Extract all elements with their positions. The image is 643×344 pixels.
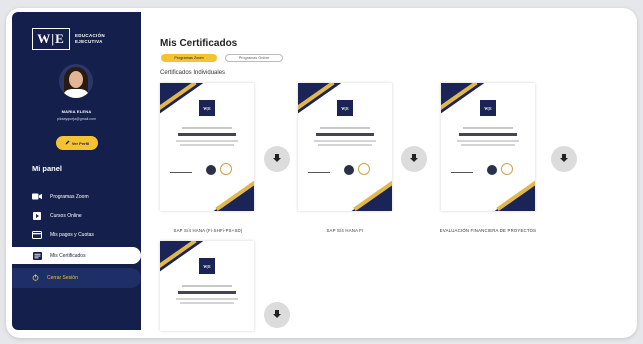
sidebar-item-label: Cursos Online (50, 212, 82, 219)
avatar (59, 64, 93, 98)
certificate-card[interactable]: W|E (298, 83, 392, 211)
download-certificate-button[interactable] (264, 146, 290, 172)
sidebar-item-certificates[interactable]: Mis Certificados (12, 247, 141, 264)
user-name: MARIA ELENA (61, 109, 92, 114)
sidebar-item-payments[interactable]: Mis pagos y Cuotas (12, 226, 141, 243)
download-certificate-button[interactable] (401, 146, 427, 172)
certificate-course-title (178, 133, 236, 136)
certificate-caption: SAP S/4 HANA (Fi-SHFi-PS+SD) (173, 228, 243, 233)
certificate-logo: W|E (199, 100, 215, 116)
seal-icon (501, 163, 513, 175)
certificate-icon (32, 251, 42, 260)
download-icon (409, 150, 419, 168)
view-profile-button[interactable]: Ver Perfil (56, 136, 98, 150)
download-icon (559, 150, 569, 168)
sidebar-item-online-courses[interactable]: Cursos Online (12, 207, 141, 224)
certificate-course-title (459, 133, 517, 136)
sidebar-item-label: Mis Certificados (50, 252, 86, 259)
download-certificate-button[interactable] (264, 302, 290, 328)
brand-line2: EJECUTIVA (75, 39, 103, 44)
signature (170, 165, 192, 173)
signature (308, 165, 330, 173)
certificate-course-title (316, 133, 374, 136)
power-icon (32, 273, 39, 283)
download-icon (272, 150, 282, 168)
certificate-card[interactable]: W|E (160, 241, 254, 331)
tab-zoom-programs[interactable]: Programas Zoom (161, 54, 217, 62)
certificate-caption: SAP S/4 HANA FI (326, 228, 364, 233)
page-title: Mis Certificados (160, 38, 238, 49)
certificate-course-title (178, 291, 236, 294)
seal-icon (358, 163, 370, 175)
certificate-card[interactable]: W|E (441, 83, 535, 211)
pencil-icon (65, 140, 70, 146)
view-profile-label: Ver Perfil (71, 140, 90, 146)
signature (451, 165, 473, 173)
logout-label: Cerrar Sesión (47, 275, 78, 281)
brand-mark: W|E (32, 28, 70, 50)
certificate-logo: W|E (337, 100, 353, 116)
sidebar-item-label: Mis pagos y Cuotas (50, 231, 94, 238)
video-camera-icon (32, 193, 42, 201)
tab-online-programs[interactable]: Programas Online (225, 54, 283, 62)
certificate-card[interactable]: W|E (160, 83, 254, 211)
section-label: Certificados Individuales (160, 70, 226, 76)
sidebar: W|E EDUCACIÓN EJECUTIVA MARIA ELENA pilo… (12, 12, 141, 330)
sidebar-item-label: Programas Zoom (50, 193, 89, 200)
certificate-logo: W|E (480, 100, 496, 116)
panel-title: Mi panel (32, 164, 63, 173)
seal-icon (220, 163, 232, 175)
logout-button[interactable]: Cerrar Sesión (12, 268, 141, 288)
brand-logo[interactable]: W|E EDUCACIÓN EJECUTIVA (32, 28, 105, 50)
certificate-caption: EVALUACIÓN FINANCIERA DE PROYECTOS (439, 228, 537, 233)
card-icon (32, 230, 42, 239)
download-icon (272, 306, 282, 324)
play-icon (32, 211, 42, 220)
certificate-logo: W|E (199, 258, 215, 274)
download-certificate-button[interactable] (551, 146, 577, 172)
sidebar-item-zoom-programs[interactable]: Programas Zoom (12, 188, 141, 205)
user-email: pilotayqueja@gmail.com (56, 117, 97, 121)
